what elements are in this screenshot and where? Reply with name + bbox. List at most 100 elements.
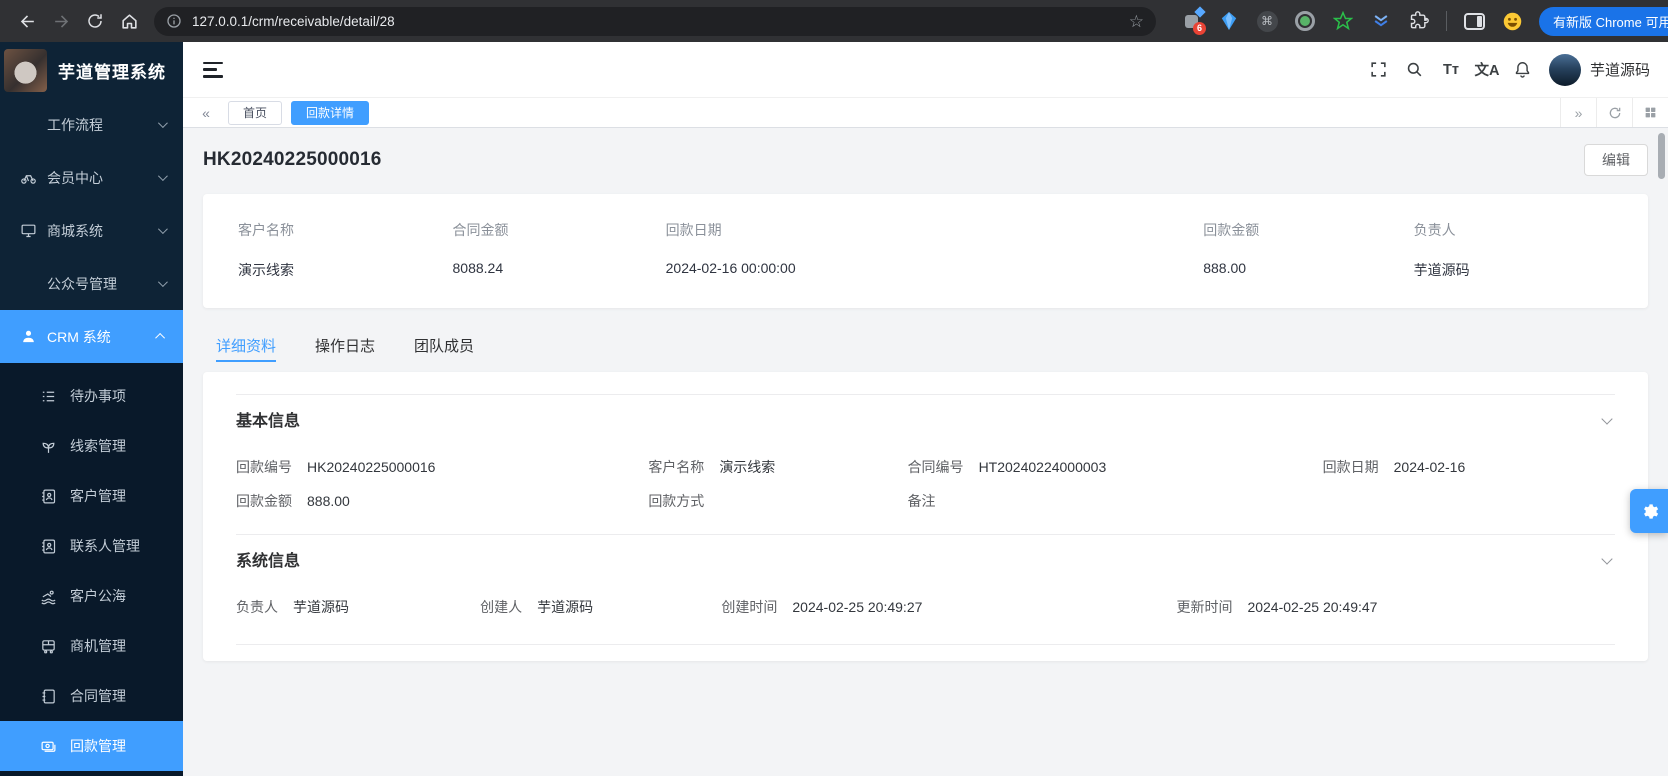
tabs-scroll-right-button[interactable]: » xyxy=(1560,98,1596,127)
chevron-down-icon xyxy=(1601,413,1612,424)
sidebar-item-clue[interactable]: 线索管理 xyxy=(0,421,183,471)
search-button[interactable] xyxy=(1397,52,1433,88)
system-info-collapse-header[interactable]: 系统信息 xyxy=(236,534,1615,582)
fullscreen-button[interactable] xyxy=(1361,52,1397,88)
business-bus-icon xyxy=(40,638,57,655)
emoji-face-icon xyxy=(1502,11,1523,32)
page-content: HK20240225000016 编辑 客户名称 合同金额 回款日期 回款金额 … xyxy=(183,128,1668,776)
sidebar-item-label: 商机管理 xyxy=(70,636,126,656)
field-label: 负责人 xyxy=(236,597,278,617)
sidebar-item-customer[interactable]: 客户管理 xyxy=(0,471,183,521)
field-value: 2024-02-25 20:49:27 xyxy=(792,599,922,615)
profile-avatar-button[interactable] xyxy=(1501,10,1523,32)
customer-book-icon xyxy=(40,488,57,505)
sidebar-logo[interactable]: 芋道管理系统 xyxy=(0,42,183,98)
sidebar-item-crm[interactable]: CRM 系统 xyxy=(0,310,183,363)
refresh-page-button[interactable] xyxy=(1596,98,1632,127)
sidebar-item-business[interactable]: 商机管理 xyxy=(0,621,183,671)
field: 客户名称 演示线索 xyxy=(648,450,907,484)
sidebar-item-contract[interactable]: 合同管理 xyxy=(0,671,183,721)
basic-info-title: 基本信息 xyxy=(236,407,300,431)
basic-info-collapse-header[interactable]: 基本信息 xyxy=(236,394,1615,442)
bookmark-star-icon[interactable]: ☆ xyxy=(1129,13,1144,30)
sidebar-item-official-account[interactable]: 公众号管理 xyxy=(0,257,183,310)
sidebar-item-label: CRM 系统 xyxy=(47,327,158,347)
field-label: 创建时间 xyxy=(721,597,777,617)
field: 更新时间 2024-02-25 20:49:47 xyxy=(1176,590,1615,624)
tab-receivable-detail[interactable]: 回款详情 xyxy=(291,101,369,125)
summary-label: 负责人 xyxy=(1414,220,1613,260)
tab-detail-info[interactable]: 详细资料 xyxy=(216,324,276,366)
extension-gem[interactable] xyxy=(1218,10,1240,32)
tabs-scroll-left-icon[interactable]: « xyxy=(193,105,219,121)
extension-star[interactable] xyxy=(1332,10,1354,32)
sidebar: 芋道管理系统 工作流程 会员中心 商城系统 xyxy=(0,42,183,776)
tab-operation-log[interactable]: 操作日志 xyxy=(315,324,375,366)
crm-user-icon xyxy=(20,328,37,345)
font-size-button[interactable]: Tт xyxy=(1433,52,1469,88)
user-name[interactable]: 芋道源码 xyxy=(1590,59,1650,80)
card-bottom-divider xyxy=(236,644,1615,645)
locale-button[interactable]: 文A xyxy=(1469,52,1505,88)
sidebar-item-label: 商城系统 xyxy=(47,221,158,241)
field-value: 888.00 xyxy=(307,493,350,509)
url-text[interactable]: 127.0.0.1/crm/receivable/detail/28 xyxy=(192,14,1129,29)
page-scrollbar-thumb[interactable] xyxy=(1658,133,1665,179)
system-info-fields: 负责人 芋道源码 创建人 芋道源码 创建时间 2024-02-25 20:49:… xyxy=(236,590,1615,624)
sidebar-item-label: 工作流程 xyxy=(47,115,158,135)
tab-home[interactable]: 首页 xyxy=(228,101,282,125)
toolbar-divider xyxy=(1446,11,1447,31)
summary-value: 8088.24 xyxy=(453,260,666,280)
sidebar-item-workflow[interactable]: 工作流程 xyxy=(0,98,183,151)
sidebar-item-member[interactable]: 会员中心 xyxy=(0,151,183,204)
sidebar-item-todo[interactable]: 待办事项 xyxy=(0,371,183,421)
field-value: 2024-02-25 20:49:47 xyxy=(1247,599,1377,615)
extension-with-badge[interactable]: 6 xyxy=(1180,10,1202,32)
sidebar-item-mall[interactable]: 商城系统 xyxy=(0,204,183,257)
chevron-down-icon xyxy=(158,118,168,128)
field: 创建时间 2024-02-25 20:49:27 xyxy=(721,590,1176,624)
sidebar-item-contacts[interactable]: 联系人管理 xyxy=(0,521,183,571)
tab-team-members[interactable]: 团队成员 xyxy=(414,324,474,366)
user-avatar[interactable] xyxy=(1549,54,1581,86)
chrome-update-label: 有新版 Chrome 可用 xyxy=(1553,12,1668,31)
receivable-money-icon xyxy=(40,738,57,755)
extension-recorder[interactable] xyxy=(1294,10,1316,32)
grid-icon xyxy=(1644,106,1657,119)
contacts-book-icon xyxy=(40,538,57,555)
browser-forward-button[interactable] xyxy=(44,4,78,38)
browser-reload-button[interactable] xyxy=(78,4,112,38)
refresh-icon xyxy=(1608,106,1622,120)
extension-command[interactable]: ⌘ xyxy=(1256,10,1278,32)
chrome-update-button[interactable]: 有新版 Chrome 可用 ⋮ xyxy=(1539,7,1668,36)
summary-label: 合同金额 xyxy=(453,220,666,260)
browser-back-button[interactable] xyxy=(10,4,44,38)
summary-value: 演示线索 xyxy=(238,260,453,280)
extensions-puzzle-button[interactable] xyxy=(1408,10,1430,32)
bell-icon xyxy=(1513,60,1532,79)
sidebar-item-receivable[interactable]: 回款管理 xyxy=(0,721,183,771)
sidebar-item-public-sea[interactable]: 客户公海 xyxy=(0,571,183,621)
notification-button[interactable] xyxy=(1505,52,1541,88)
basic-info-fields: 回款编号 HK20240225000016 客户名称 演示线索 合同编号 HT2… xyxy=(236,450,1615,518)
address-bar[interactable]: 127.0.0.1/crm/receivable/detail/28 ☆ xyxy=(154,7,1156,36)
extension-chevrons[interactable] xyxy=(1370,10,1392,32)
theme-settings-button[interactable] xyxy=(1630,489,1668,533)
field-label: 合同编号 xyxy=(908,457,964,477)
field: 负责人 芋道源码 xyxy=(236,590,480,624)
mall-icon xyxy=(20,222,37,239)
puzzle-icon xyxy=(1409,11,1429,31)
edit-button[interactable]: 编辑 xyxy=(1584,144,1648,176)
sidebar-item-label: 合同管理 xyxy=(70,686,126,706)
collapse-menu-button[interactable] xyxy=(203,62,223,78)
sidebar-item-label: 公众号管理 xyxy=(47,274,158,294)
page-title: HK20240225000016 xyxy=(203,149,382,171)
browser-home-button[interactable] xyxy=(112,4,146,38)
chevron-down-icon xyxy=(158,277,168,287)
side-panel-button[interactable] xyxy=(1463,10,1485,32)
site-info-icon[interactable] xyxy=(166,13,182,29)
gear-icon xyxy=(1640,502,1659,521)
layout-grid-button[interactable] xyxy=(1632,98,1668,127)
tabs-scroll-right-icon: » xyxy=(1575,105,1583,121)
app-header: Tт 文A 芋道源码 xyxy=(183,42,1668,98)
